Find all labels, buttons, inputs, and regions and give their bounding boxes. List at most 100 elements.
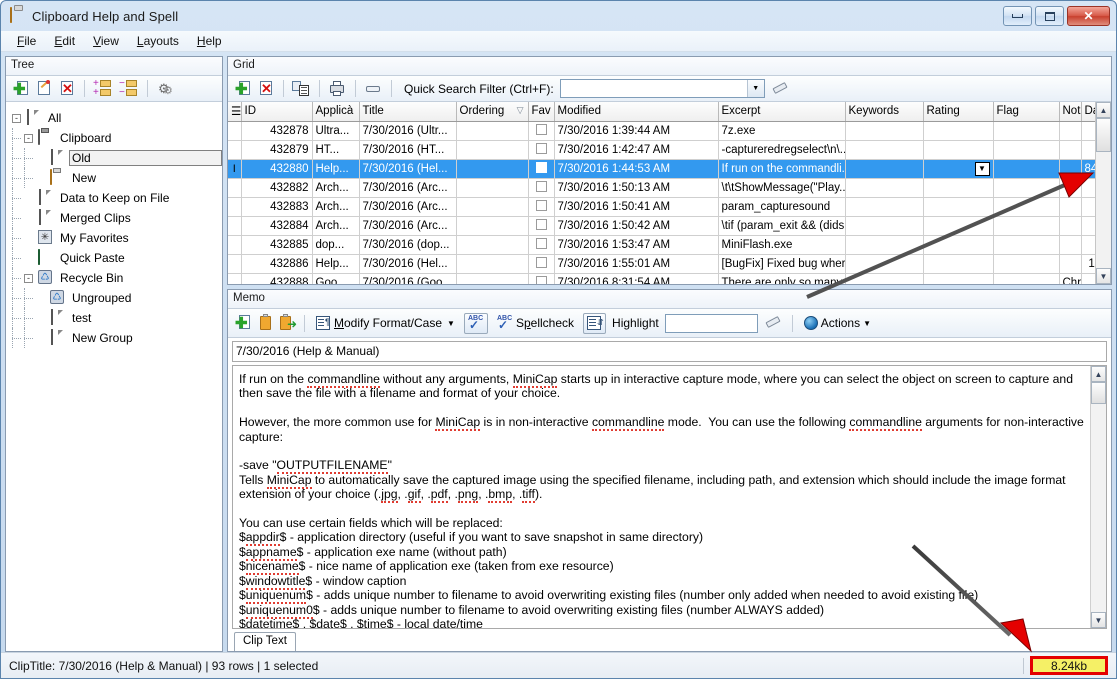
tree-node-merged-clips[interactable]: Merged Clips: [12, 208, 222, 228]
cell-fav[interactable]: [528, 121, 554, 140]
cell-rating[interactable]: ▼: [923, 159, 993, 178]
row-selector[interactable]: [228, 197, 241, 216]
favorite-checkbox[interactable]: [536, 257, 547, 268]
column-header-flag[interactable]: Flag: [993, 102, 1059, 121]
quick-search-filter[interactable]: ▼: [560, 79, 765, 98]
scroll-thumb[interactable]: [1096, 118, 1111, 152]
scroll-track[interactable]: [1091, 382, 1106, 612]
row-selector[interactable]: I: [228, 159, 241, 178]
rating-dropdown-icon[interactable]: ▼: [975, 162, 990, 176]
paste-icon[interactable]: [258, 314, 273, 332]
paste-out-icon[interactable]: ➜: [279, 314, 296, 332]
tab-clip-text[interactable]: Clip Text: [234, 632, 296, 651]
cell-rating[interactable]: [923, 216, 993, 235]
table-row[interactable]: 432882Arch...7/30/2016 (Arc...7/30/2016 …: [228, 178, 1095, 197]
chevron-down-icon[interactable]: ▼: [863, 319, 871, 328]
tree-node-clipboard[interactable]: -Clipboard: [12, 128, 222, 148]
table-row[interactable]: 432879HT...7/30/2016 (HT...7/30/2016 1:4…: [228, 140, 1095, 159]
scroll-down-icon[interactable]: ▼: [1096, 268, 1111, 284]
column-header-keywords[interactable]: Keywords: [845, 102, 923, 121]
favorite-checkbox[interactable]: [536, 124, 547, 135]
cell-fav[interactable]: [528, 235, 554, 254]
menu-file[interactable]: File: [9, 32, 44, 50]
minimize-button[interactable]: [1003, 6, 1032, 26]
edit-item-icon[interactable]: [36, 80, 53, 98]
column-header-rating[interactable]: Rating: [923, 102, 993, 121]
favorite-checkbox[interactable]: [536, 200, 547, 211]
grid-vertical-scrollbar[interactable]: ▲ ▼: [1095, 102, 1111, 284]
column-header-id[interactable]: ID: [241, 102, 312, 121]
tree-expander-icon[interactable]: -: [24, 134, 33, 143]
cell-rating[interactable]: [923, 273, 993, 284]
favorite-checkbox[interactable]: [536, 181, 547, 192]
highlight-input[interactable]: [665, 314, 758, 333]
chevron-down-icon[interactable]: ▼: [447, 319, 455, 328]
table-row[interactable]: 432886Help...7/30/2016 (Hel...7/30/2016 …: [228, 254, 1095, 273]
scroll-up-icon[interactable]: ▲: [1096, 102, 1111, 118]
column-header-fav[interactable]: Fav: [528, 102, 554, 121]
column-header-title[interactable]: Title: [359, 102, 456, 121]
tree-expander-icon[interactable]: -: [24, 274, 33, 283]
column-header-modified[interactable]: Modified: [554, 102, 718, 121]
menu-help[interactable]: Help: [189, 32, 230, 50]
cell-fav[interactable]: [528, 197, 554, 216]
row-selector[interactable]: [228, 273, 241, 284]
favorite-checkbox[interactable]: [536, 219, 547, 230]
copy-to-icon[interactable]: [292, 80, 311, 98]
cell-rating[interactable]: [923, 254, 993, 273]
table-row[interactable]: 432885dop...7/30/2016 (dop...7/30/2016 1…: [228, 235, 1095, 254]
row-selector[interactable]: [228, 235, 241, 254]
tree-node-new-group[interactable]: New Group: [12, 328, 222, 348]
scroll-down-icon[interactable]: ▼: [1091, 612, 1106, 628]
table-row[interactable]: I432880Help...7/30/2016 (Hel...7/30/2016…: [228, 159, 1095, 178]
minimize-row-icon[interactable]: [364, 80, 383, 98]
column-header-applic[interactable]: Applicà: [312, 102, 359, 121]
column-header-ordering[interactable]: Ordering▽: [456, 102, 528, 121]
new-memo-icon[interactable]: ✚: [235, 314, 252, 332]
cell-rating[interactable]: [923, 121, 993, 140]
quick-search-input[interactable]: [561, 80, 747, 97]
tree-node-ungrouped[interactable]: ♺Ungrouped: [12, 288, 222, 308]
table-row[interactable]: 432888Goo...7/30/2016 (Goo...7/30/2016 8…: [228, 273, 1095, 284]
cell-fav[interactable]: [528, 254, 554, 273]
new-clip-icon[interactable]: ✚: [235, 80, 252, 98]
cell-fav[interactable]: [528, 178, 554, 197]
cell-fav[interactable]: [528, 140, 554, 159]
chevron-down-icon[interactable]: ▼: [747, 80, 764, 97]
print-icon[interactable]: [328, 80, 347, 98]
delete-clip-icon[interactable]: ✕: [258, 80, 275, 98]
cell-fav[interactable]: [528, 273, 554, 284]
column-header-data[interactable]: Data: [1081, 102, 1095, 121]
row-selector[interactable]: [228, 216, 241, 235]
spellcheck-toggle-button[interactable]: ABC ✓: [464, 313, 488, 334]
cell-rating[interactable]: [923, 235, 993, 254]
memo-eraser-icon[interactable]: [764, 314, 784, 332]
cell-rating[interactable]: [923, 197, 993, 216]
tree-node-old[interactable]: Old: [12, 148, 222, 168]
tree-view[interactable]: -All-ClipboardOldNewData to Keep on File…: [6, 102, 222, 651]
tree-expander-icon[interactable]: -: [12, 114, 21, 123]
cell-rating[interactable]: [923, 178, 993, 197]
spellcheck-button[interactable]: ABC ✓ Spellcheck: [494, 314, 577, 333]
eraser-icon[interactable]: [771, 80, 791, 98]
tree-node-new[interactable]: New: [12, 168, 222, 188]
row-selector[interactable]: [228, 140, 241, 159]
add-group-icon[interactable]: + +: [93, 80, 113, 98]
new-item-icon[interactable]: ✚: [13, 80, 30, 98]
row-selector[interactable]: [228, 254, 241, 273]
remove-group-icon[interactable]: − −: [119, 80, 139, 98]
tree-node-data-to-keep-on-file[interactable]: Data to Keep on File: [12, 188, 222, 208]
scroll-track[interactable]: [1096, 118, 1111, 268]
row-selector[interactable]: [228, 178, 241, 197]
row-selector[interactable]: [228, 121, 241, 140]
column-header-not[interactable]: Notı: [1059, 102, 1081, 121]
tree-node-recycle-bin[interactable]: -♺Recycle Bin: [12, 268, 222, 288]
table-row[interactable]: 432884Arch...7/30/2016 (Arc...7/30/2016 …: [228, 216, 1095, 235]
tree-node-test[interactable]: test: [12, 308, 222, 328]
menu-view[interactable]: View: [85, 32, 127, 50]
cell-fav[interactable]: [528, 216, 554, 235]
table-row[interactable]: 432878Ultra...7/30/2016 (Ultr...7/30/201…: [228, 121, 1095, 140]
actions-button[interactable]: Actions ▼: [801, 314, 874, 332]
tree-node-my-favorites[interactable]: ✳My Favorites: [12, 228, 222, 248]
favorite-checkbox[interactable]: [536, 276, 547, 284]
